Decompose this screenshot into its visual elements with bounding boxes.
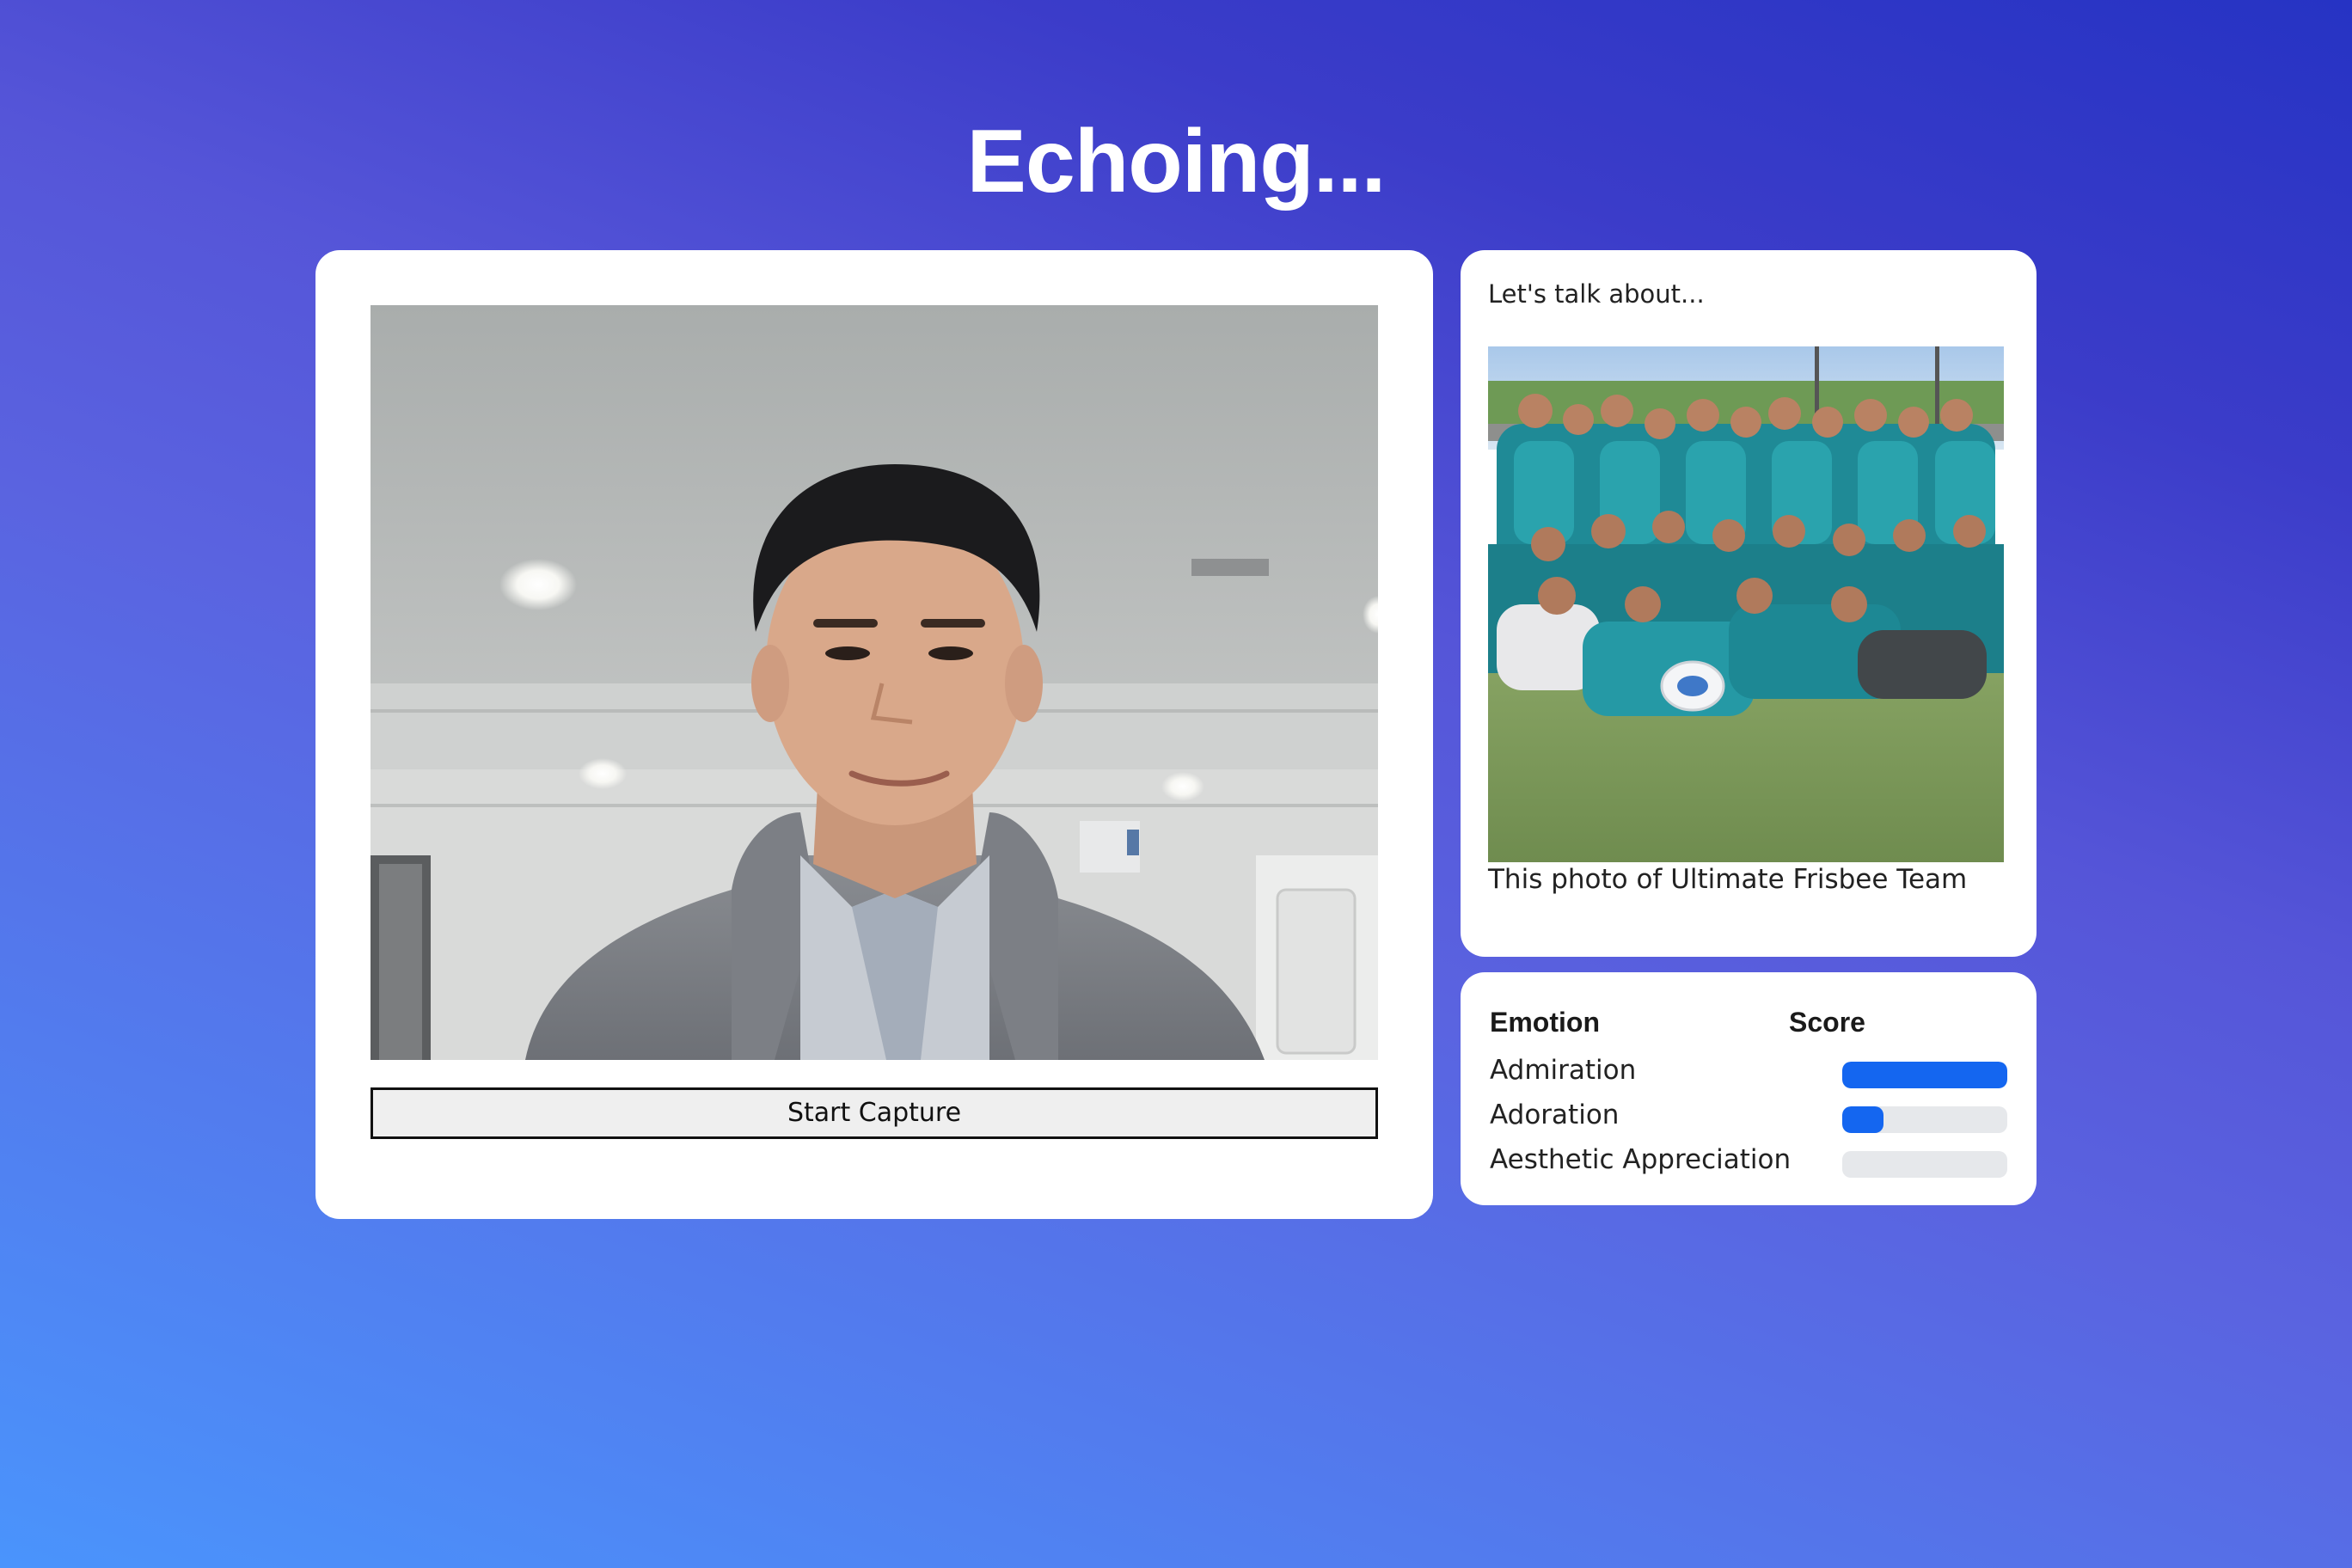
- topic-caption: This photo of Ultimate Frisbee Team: [1488, 864, 1968, 895]
- start-capture-button[interactable]: Start Capture: [371, 1087, 1378, 1139]
- webcam-feed: [371, 305, 1378, 1060]
- score-bar: [1842, 1062, 2007, 1088]
- topic-card: Let's talk about... This photo of Ultima…: [1461, 250, 2037, 957]
- emotion-column-header: Emotion: [1490, 1007, 1600, 1038]
- webcam-image: [371, 305, 1378, 1060]
- score-bar-fill: [1842, 1062, 2007, 1088]
- topic-photo: [1488, 346, 2004, 862]
- emotion-label: Admiration: [1490, 1055, 1637, 1086]
- emotion-row: Adoration: [1490, 1093, 2009, 1136]
- emotion-row: Admiration: [1490, 1048, 2009, 1091]
- emotion-row: Aesthetic Appreciation: [1490, 1137, 2009, 1180]
- score-column-header: Score: [1789, 1007, 1865, 1038]
- emotion-card: Emotion Score Admiration Adoration Aesth…: [1461, 972, 2037, 1205]
- emotion-label: Adoration: [1490, 1099, 1620, 1130]
- topic-prompt: Let's talk about...: [1488, 279, 1705, 309]
- score-bar: [1842, 1106, 2007, 1133]
- score-bar-fill: [1842, 1106, 1883, 1133]
- video-card: Start Capture: [315, 250, 1433, 1219]
- emotion-label: Aesthetic Appreciation: [1490, 1144, 1792, 1175]
- score-bar: [1842, 1151, 2007, 1178]
- team-photo-image: [1488, 346, 2004, 862]
- page-title: Echoing...: [966, 112, 1387, 211]
